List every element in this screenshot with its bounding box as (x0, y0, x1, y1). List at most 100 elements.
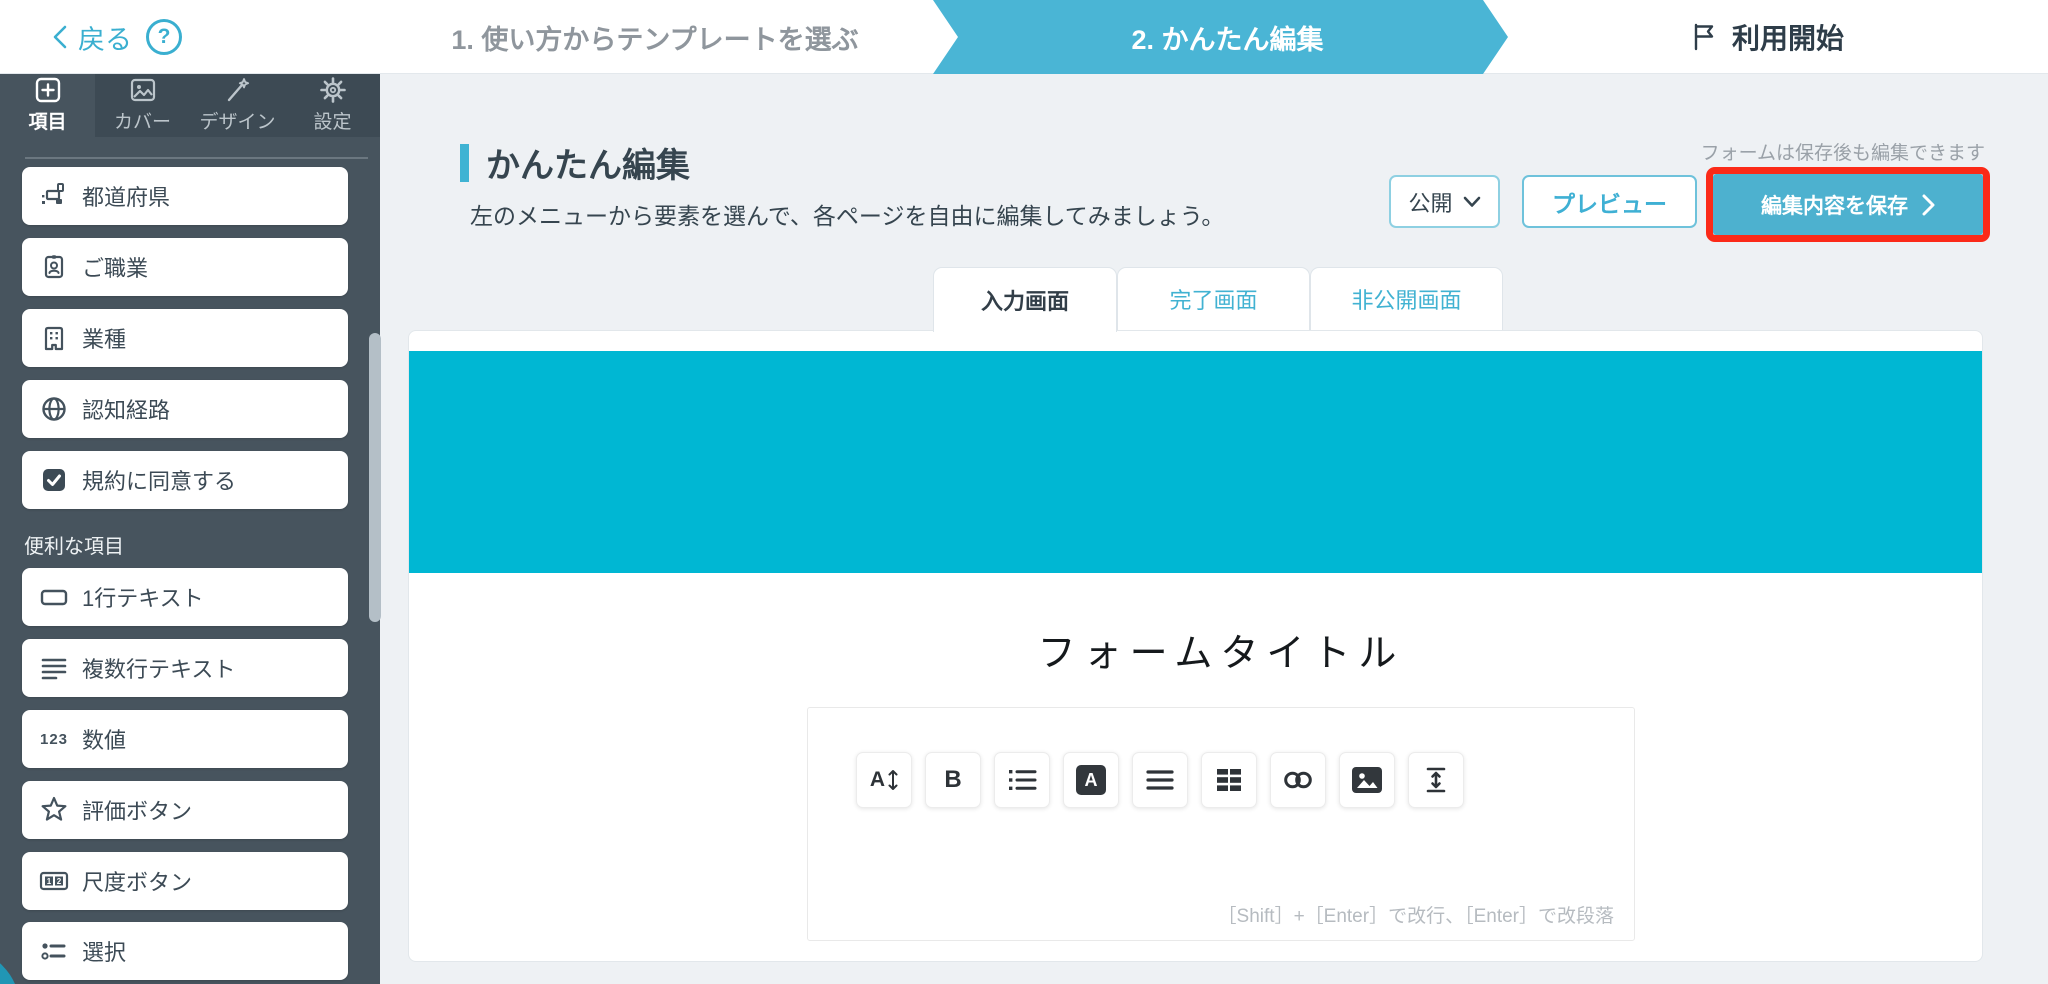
form-preview-card: フォームタイトル A B A ［Shift］+［Enter］で改行、［Enter… (408, 330, 1983, 962)
sidebar-item-label: ご職業 (82, 256, 149, 281)
sidebar-tab-label: カバー (113, 112, 171, 133)
save-button[interactable]: 編集内容を保存 (1713, 174, 1983, 235)
breadcrumb-step-2-active: 2. かんたん編集 (933, 0, 1508, 74)
publish-dropdown[interactable]: 公開 (1389, 175, 1500, 228)
sidebar-item-label: 尺度ボタン (82, 870, 193, 895)
sidebar-item-label: 複数行テキスト (82, 657, 236, 682)
number-glyph: 123 (39, 730, 69, 748)
chevron-right-icon (1922, 194, 1935, 216)
select-list-icon (38, 935, 70, 967)
highlight-annotation-rect: 編集内容を保存 (1706, 167, 1990, 242)
globe-icon (38, 393, 70, 425)
bold-icon: B (944, 766, 962, 793)
help-glyph: ? (157, 25, 171, 48)
number-icon: 123 (38, 723, 70, 755)
scale-icon: 12 (38, 865, 70, 897)
align-button[interactable] (1132, 752, 1188, 808)
preview-label: プレビュー (1552, 190, 1667, 217)
form-cover-band (409, 351, 1982, 573)
sidebar-item-agree-terms[interactable]: 規約に同意する (22, 451, 348, 509)
building-icon (38, 322, 70, 354)
sidebar-item-label: 選択 (82, 940, 127, 965)
multi-line-text-icon (38, 652, 70, 684)
sidebar-item-label: 1行テキスト (82, 586, 204, 611)
sidebar-tab-strip: 項目 カバー デザイン 設定 (0, 74, 380, 137)
sidebar-divider (25, 157, 368, 159)
form-title[interactable]: フォームタイトル (807, 622, 1635, 677)
checkbox-checked-icon (38, 464, 70, 496)
sidebar-item-label: 認知経路 (82, 398, 171, 423)
sidebar-tab-label: 設定 (313, 112, 352, 133)
form-text-editor[interactable]: A B A ［Shift］+［Enter］で改行、［Enter］で改段落 (807, 707, 1635, 941)
sidebar-item-select[interactable]: 選択 (22, 922, 348, 980)
sidebar-item-awareness[interactable]: 認知経路 (22, 380, 348, 438)
sidebar-item-multi-line-text[interactable]: 複数行テキスト (22, 639, 348, 697)
id-badge-icon (38, 251, 70, 283)
save-label: 編集内容を保存 (1761, 194, 1908, 218)
bullet-list-icon (1007, 767, 1037, 793)
title-accent-bar (460, 144, 469, 182)
font-size-button[interactable]: A (856, 752, 912, 808)
align-icon (1146, 768, 1174, 792)
sidebar-tab-design[interactable]: デザイン (190, 74, 285, 137)
chevron-down-icon (1463, 196, 1481, 208)
sidebar: 項目 カバー デザイン 設定 都道府県 ご職業 業種 認知経路 規約に同意する … (0, 74, 381, 984)
page-title: かんたん編集 (486, 147, 690, 185)
prefecture-map-icon (38, 180, 70, 212)
image-insert-icon (1351, 766, 1383, 794)
insert-image-button[interactable] (1339, 752, 1395, 808)
sidebar-item-label: 規約に同意する (82, 469, 237, 494)
sidebar-item-label: 数値 (82, 728, 127, 753)
sidebar-item-rating-button[interactable]: 評価ボタン (22, 781, 348, 839)
tab-input-screen[interactable]: 入力画面 (933, 267, 1117, 332)
link-button[interactable] (1270, 752, 1326, 808)
line-spacing-button[interactable] (1408, 752, 1464, 808)
publish-label: 公開 (1408, 190, 1453, 216)
star-icon (38, 794, 70, 826)
page-subtitle: 左のメニューから要素を選んで、各ページを自由に編集してみましょう。 (470, 203, 1225, 229)
sidebar-item-single-line-text[interactable]: 1行テキスト (22, 568, 348, 626)
tab-complete-screen[interactable]: 完了画面 (1117, 267, 1310, 330)
sidebar-item-prefecture[interactable]: 都道府県 (22, 167, 348, 225)
breadcrumb-step-1: 1. 使い方からテンプレートを選ぶ (451, 24, 859, 55)
sidebar-item-scale-button[interactable]: 12 尺度ボタン (22, 852, 348, 910)
svg-text:2: 2 (57, 877, 62, 886)
line-spacing-icon (1423, 766, 1449, 794)
help-icon[interactable]: ? (146, 19, 182, 55)
back-label: 戻る (78, 24, 132, 55)
start-label: 利用開始 (1732, 23, 1845, 54)
sidebar-scrollbar[interactable] (369, 333, 381, 622)
sidebar-tab-label: デザイン (199, 112, 276, 133)
text-color-icon: A (1076, 765, 1106, 795)
sidebar-tab-label: 項目 (28, 112, 67, 133)
table-icon (1215, 767, 1243, 793)
tab-private-screen[interactable]: 非公開画面 (1310, 267, 1503, 330)
plus-square-icon (35, 77, 61, 103)
start-usage-button[interactable]: 利用開始 (1692, 0, 1844, 74)
bullet-list-button[interactable] (994, 752, 1050, 808)
table-button[interactable] (1201, 752, 1257, 808)
sidebar-item-label: 都道府県 (82, 185, 171, 210)
gear-icon (319, 77, 346, 103)
save-note: フォームは保存後も編集できます (1700, 143, 1985, 164)
chevron-left-icon (52, 24, 68, 50)
sidebar-item-occupation[interactable]: ご職業 (22, 238, 348, 296)
sidebar-tab-items[interactable]: 項目 (0, 74, 95, 137)
single-line-text-icon (38, 581, 70, 613)
sidebar-item-label: 業種 (82, 327, 127, 352)
preview-button[interactable]: プレビュー (1522, 175, 1697, 228)
text-color-button[interactable]: A (1063, 752, 1119, 808)
sidebar-tab-settings[interactable]: 設定 (285, 74, 380, 137)
bold-button[interactable]: B (925, 752, 981, 808)
sidebar-item-industry[interactable]: 業種 (22, 309, 348, 367)
editor-toolbar: A B A (856, 752, 1464, 808)
wand-icon (225, 77, 251, 103)
sidebar-item-label: 評価ボタン (82, 799, 193, 824)
sidebar-section-label: 便利な項目 (24, 536, 124, 558)
sidebar-tab-cover[interactable]: カバー (95, 74, 190, 137)
image-icon (130, 77, 156, 103)
back-button[interactable]: 戻る (52, 0, 132, 74)
form-builder-screen: 戻る ? 1. 使い方からテンプレートを選ぶ 2. かんたん編集 利用開始 項目 (0, 0, 2048, 984)
sidebar-item-number[interactable]: 123 数値 (22, 710, 348, 768)
svg-text:1: 1 (47, 877, 52, 886)
